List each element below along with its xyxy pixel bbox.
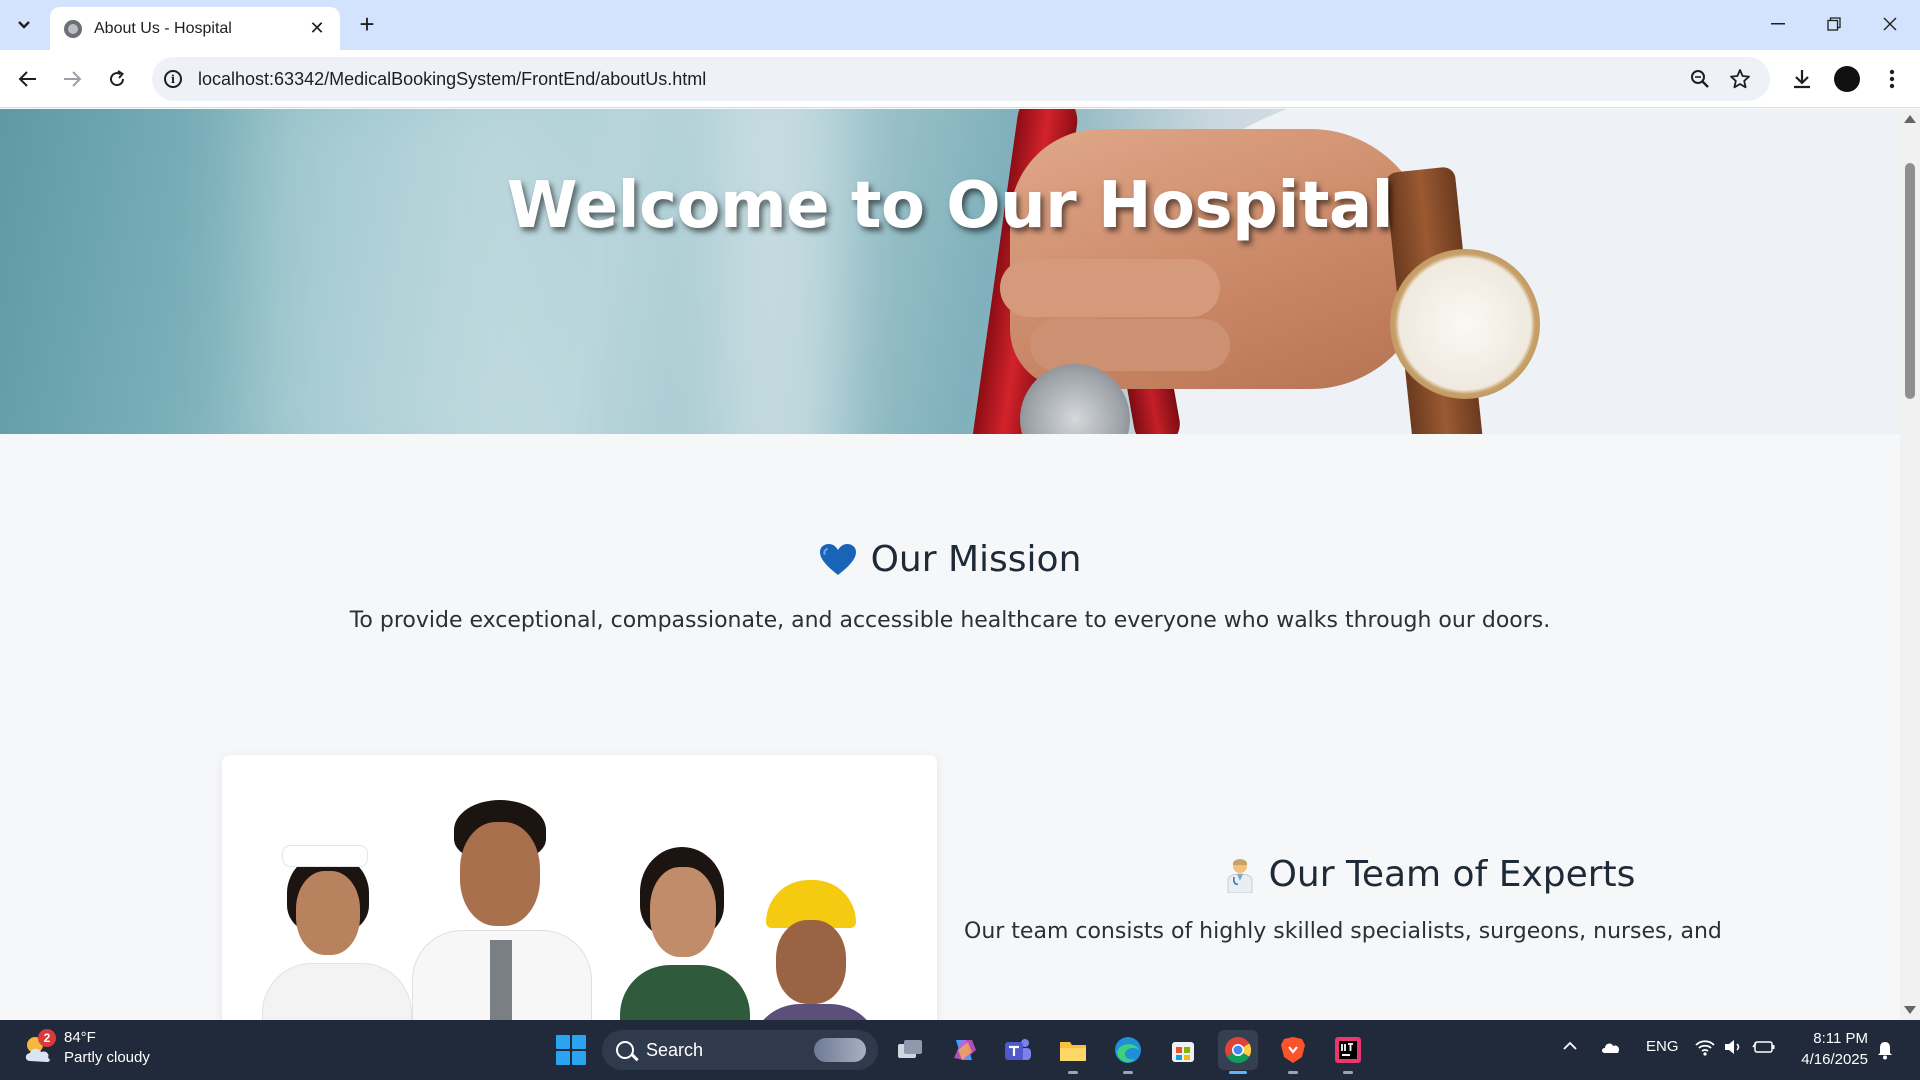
copilot-icon[interactable] (944, 1030, 984, 1070)
partly-cloudy-icon: 2 (22, 1029, 56, 1065)
url-text: localhost:63342/MedicalBookingSystem/Fro… (198, 68, 707, 89)
address-bar[interactable]: i localhost:63342/MedicalBookingSystem/F… (152, 57, 1770, 101)
team-text: Our team consists of highly skilled spec… (964, 919, 1722, 944)
show-hidden-icons-chevron[interactable] (1562, 1038, 1578, 1055)
microsoft-store-icon[interactable] (1163, 1030, 1203, 1070)
onedrive-icon[interactable] (1600, 1040, 1622, 1058)
zoom-icon[interactable] (1682, 61, 1718, 97)
brave-icon[interactable] (1273, 1030, 1313, 1074)
bookmark-star-icon[interactable] (1722, 61, 1758, 97)
clock-date: 4/16/2025 (1801, 1051, 1868, 1068)
forward-button[interactable] (54, 61, 90, 97)
weather-temp: 84°F (64, 1029, 96, 1046)
teams-icon[interactable] (998, 1030, 1038, 1070)
mission-heading: Our Mission (0, 539, 1900, 580)
scrollbar-thumb[interactable] (1905, 163, 1915, 399)
blue-heart-icon (819, 543, 856, 575)
wifi-icon[interactable] (1694, 1038, 1716, 1060)
clock-time: 8:11 PM (1813, 1030, 1868, 1047)
site-info-icon[interactable]: i (164, 70, 182, 88)
notification-bell-icon[interactable] (1876, 1040, 1894, 1060)
hero-banner: Welcome to Our Hospital (0, 109, 1900, 434)
weather-widget[interactable]: 2 84°F Partly cloudy (22, 1028, 150, 1068)
mission-section: Our Mission To provide exceptional, comp… (0, 539, 1900, 633)
search-highlight-graphic (814, 1038, 866, 1062)
mission-text: To provide exceptional, compassionate, a… (349, 608, 1551, 633)
task-view-icon[interactable] (890, 1030, 930, 1070)
globe-icon (64, 19, 82, 38)
system-clock[interactable]: 8:11 PM 4/16/2025 (1788, 1028, 1868, 1070)
reload-button[interactable] (99, 61, 135, 97)
browser-menu-icon[interactable] (1874, 61, 1910, 97)
close-window-button[interactable] (1870, 8, 1910, 40)
search-icon (616, 1041, 634, 1059)
tab-search-chevron-icon[interactable] (7, 9, 41, 41)
file-explorer-icon[interactable] (1053, 1030, 1093, 1074)
wristwatch-image (1390, 249, 1540, 399)
team-title: Our Team of Experts (1268, 854, 1636, 895)
browser-tab-active[interactable]: About Us - Hospital ✕ (50, 7, 340, 50)
tab-close-icon[interactable]: ✕ (306, 18, 328, 39)
tab-title: About Us - Hospital (94, 19, 232, 37)
edge-icon[interactable] (1108, 1030, 1148, 1074)
new-tab-button[interactable]: + (352, 9, 382, 39)
back-button[interactable] (10, 61, 46, 97)
taskbar-search[interactable]: Search (602, 1030, 878, 1070)
minimize-button[interactable] (1758, 8, 1798, 40)
page-scrollbar[interactable] (1900, 109, 1920, 1020)
health-worker-icon (1227, 858, 1253, 893)
weather-desc: Partly cloudy (64, 1049, 150, 1066)
intellij-icon[interactable] (1328, 1030, 1368, 1074)
mission-title: Our Mission (870, 539, 1082, 580)
downloads-icon[interactable] (1784, 61, 1820, 97)
scroll-down-arrow-icon[interactable] (1904, 1006, 1916, 1014)
browser-toolbar: i localhost:63342/MedicalBookingSystem/F… (0, 50, 1920, 108)
hero-title: Welcome to Our Hospital (506, 169, 1394, 243)
team-heading: Our Team of Experts (960, 854, 1900, 895)
profile-avatar[interactable] (1829, 61, 1865, 97)
weather-badge: 2 (38, 1029, 56, 1047)
taskbar-search-label: Search (646, 1039, 704, 1060)
start-button[interactable] (556, 1035, 586, 1065)
battery-icon[interactable] (1752, 1039, 1776, 1059)
restore-button[interactable] (1814, 8, 1854, 40)
team-section: Our Team of Experts Our team consists of… (960, 854, 1900, 944)
windows-taskbar: 2 84°F Partly cloudy Search ENG 8:11 PM … (0, 1020, 1920, 1080)
chrome-icon[interactable] (1218, 1030, 1258, 1074)
team-photo-card (222, 755, 937, 1020)
browser-tab-bar: About Us - Hospital ✕ + (0, 0, 1920, 50)
volume-icon[interactable] (1723, 1038, 1743, 1060)
language-indicator[interactable]: ENG (1646, 1038, 1679, 1055)
scroll-up-arrow-icon[interactable] (1904, 115, 1916, 123)
page-viewport: Welcome to Our Hospital Our Mission To p… (0, 109, 1900, 1020)
